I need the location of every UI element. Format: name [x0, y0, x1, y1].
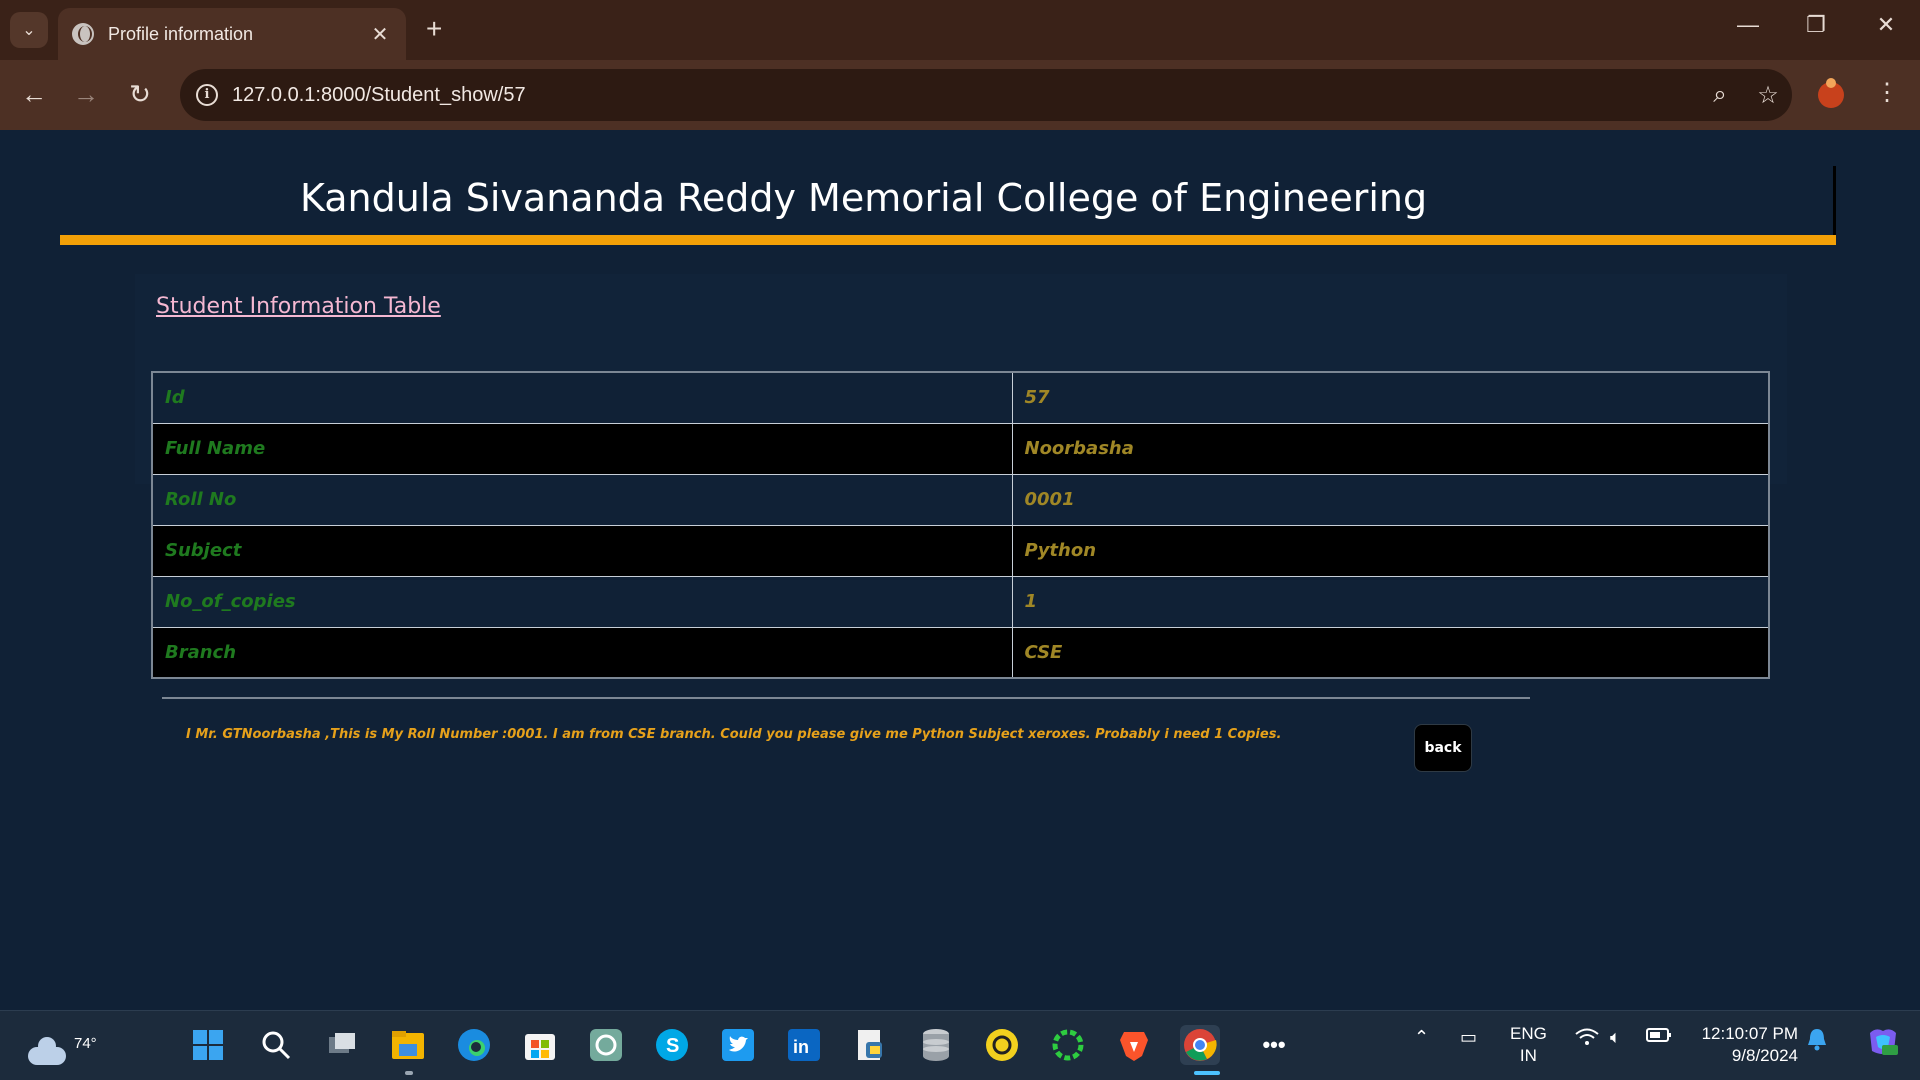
- brave-icon[interactable]: [1114, 1025, 1154, 1065]
- browser-tab[interactable]: Profile information ✕: [58, 8, 406, 60]
- tab-close-button[interactable]: ✕: [368, 22, 392, 47]
- bookmark-star-icon[interactable]: ☆: [1744, 81, 1792, 110]
- svg-text:in: in: [793, 1037, 809, 1057]
- minimize-icon[interactable]: —: [1728, 12, 1768, 38]
- divider: [162, 697, 1530, 699]
- request-message: I Mr. GTNoorbasha ,This is My Roll Numbe…: [186, 727, 1282, 742]
- tab-search-button[interactable]: ⌄: [10, 12, 48, 48]
- field-label: Branch: [151, 626, 1013, 679]
- table-row: Id 57: [151, 371, 1770, 424]
- chatgpt-icon[interactable]: [586, 1025, 626, 1065]
- close-window-icon[interactable]: ✕: [1866, 12, 1906, 38]
- browser-toolbar: ← → ↻ i 127.0.0.1:8000/Student_show/57 ⌕…: [0, 60, 1920, 130]
- section-title-link[interactable]: Student Information Table: [156, 294, 441, 319]
- region-code: IN: [1519, 1046, 1537, 1065]
- field-label: Roll No: [151, 473, 1013, 526]
- field-value: CSE: [1011, 626, 1770, 679]
- site-info-icon[interactable]: i: [196, 84, 218, 106]
- language-indicator[interactable]: ENG IN: [1510, 1023, 1547, 1067]
- linkedin-icon[interactable]: in: [784, 1025, 824, 1065]
- system-clock[interactable]: 12:10:07 PM 9/8/2024: [1690, 1023, 1798, 1067]
- chrome-icon[interactable]: [1180, 1025, 1220, 1065]
- student-info-table: Id 57 Full Name Noorbasha Roll No 0001 Subject…: [151, 371, 1770, 679]
- table-row: Branch CSE: [151, 626, 1770, 679]
- table-row: Full Name Noorbasha: [151, 422, 1770, 475]
- browser-tab-bar: ⌄ Profile information ✕ + — ❐ ✕: [0, 0, 1920, 60]
- new-tab-button[interactable]: +: [426, 14, 442, 44]
- address-bar[interactable]: i 127.0.0.1:8000/Student_show/57 ⌕ ☆: [180, 69, 1792, 121]
- svg-text:S: S: [666, 1035, 679, 1057]
- college-title: Kandula Sivananda Reddy Memorial College…: [300, 176, 1428, 220]
- forward-arrow-icon[interactable]: →: [68, 76, 104, 112]
- file-explorer-icon[interactable]: [388, 1025, 428, 1065]
- url-text[interactable]: 127.0.0.1:8000/Student_show/57: [232, 84, 1696, 107]
- field-value: Python: [1011, 524, 1770, 577]
- field-label: Id: [151, 371, 1013, 424]
- zoom-icon[interactable]: ⌕: [1696, 81, 1744, 109]
- table-row: Subject Python: [151, 524, 1770, 577]
- battery-icon[interactable]: [1646, 1027, 1672, 1048]
- copilot-icon[interactable]: [1866, 1025, 1900, 1064]
- language-code: ENG: [1510, 1024, 1547, 1043]
- field-value: 0001: [1011, 473, 1770, 526]
- microsoft-store-icon[interactable]: [520, 1025, 560, 1065]
- kebab-menu-icon[interactable]: ⋮: [1872, 78, 1902, 107]
- header-accent-bar: [60, 235, 1836, 245]
- page-content: Kandula Sivananda Reddy Memorial College…: [0, 130, 1920, 1010]
- field-label: Subject: [151, 524, 1013, 577]
- weather-temperature: 74°: [74, 1035, 97, 1052]
- tab-title: Profile information: [108, 23, 254, 44]
- notification-bell-icon[interactable]: [1806, 1027, 1828, 1056]
- loading-ring-icon[interactable]: [1048, 1025, 1088, 1065]
- field-value: 1: [1011, 575, 1770, 628]
- settings-gear-icon[interactable]: [982, 1025, 1022, 1065]
- page-header: Kandula Sivananda Reddy Memorial College…: [60, 166, 1836, 240]
- restore-icon[interactable]: ❐: [1796, 12, 1836, 38]
- database-icon[interactable]: [916, 1025, 956, 1065]
- back-button[interactable]: back: [1414, 724, 1472, 772]
- reload-icon[interactable]: ↻: [122, 76, 158, 112]
- edge-icon[interactable]: [454, 1025, 494, 1065]
- wifi-icon[interactable]: [1574, 1027, 1600, 1052]
- search-icon[interactable]: [256, 1025, 296, 1065]
- globe-icon: [72, 23, 94, 45]
- profile-avatar-icon[interactable]: [1818, 78, 1844, 108]
- more-icon[interactable]: •••: [1254, 1025, 1294, 1065]
- field-value: Noorbasha: [1011, 422, 1770, 475]
- skype-icon[interactable]: S: [652, 1025, 692, 1065]
- active-app-indicator: [1194, 1071, 1220, 1075]
- twitter-icon[interactable]: [718, 1025, 758, 1065]
- table-row: No_of_copies 1: [151, 575, 1770, 628]
- table-row: Roll No 0001: [151, 473, 1770, 526]
- python-file-icon[interactable]: [850, 1025, 890, 1065]
- volume-icon[interactable]: 🔈︎: [1610, 1027, 1621, 1048]
- windows-start-icon[interactable]: [188, 1025, 228, 1065]
- chevron-up-icon[interactable]: ⌃: [1414, 1027, 1429, 1048]
- keyboard-layout-icon[interactable]: ▭: [1460, 1027, 1477, 1048]
- task-view-icon[interactable]: [322, 1025, 362, 1065]
- field-value: 57: [1011, 371, 1770, 424]
- field-label: Full Name: [151, 422, 1013, 475]
- field-label: No_of_copies: [151, 575, 1013, 628]
- clock-time: 12:10:07 PM: [1701, 1024, 1798, 1043]
- running-app-indicator: [405, 1071, 413, 1075]
- cloud-icon: [28, 1037, 66, 1065]
- back-arrow-icon[interactable]: ←: [16, 76, 52, 112]
- windows-taskbar: 74° S in ••• ⌃ ▭ ENG IN 🔈︎ 12:10:07 PM 9…: [0, 1010, 1920, 1080]
- clock-date: 9/8/2024: [1731, 1046, 1798, 1065]
- weather-widget[interactable]: 74°: [28, 1025, 97, 1069]
